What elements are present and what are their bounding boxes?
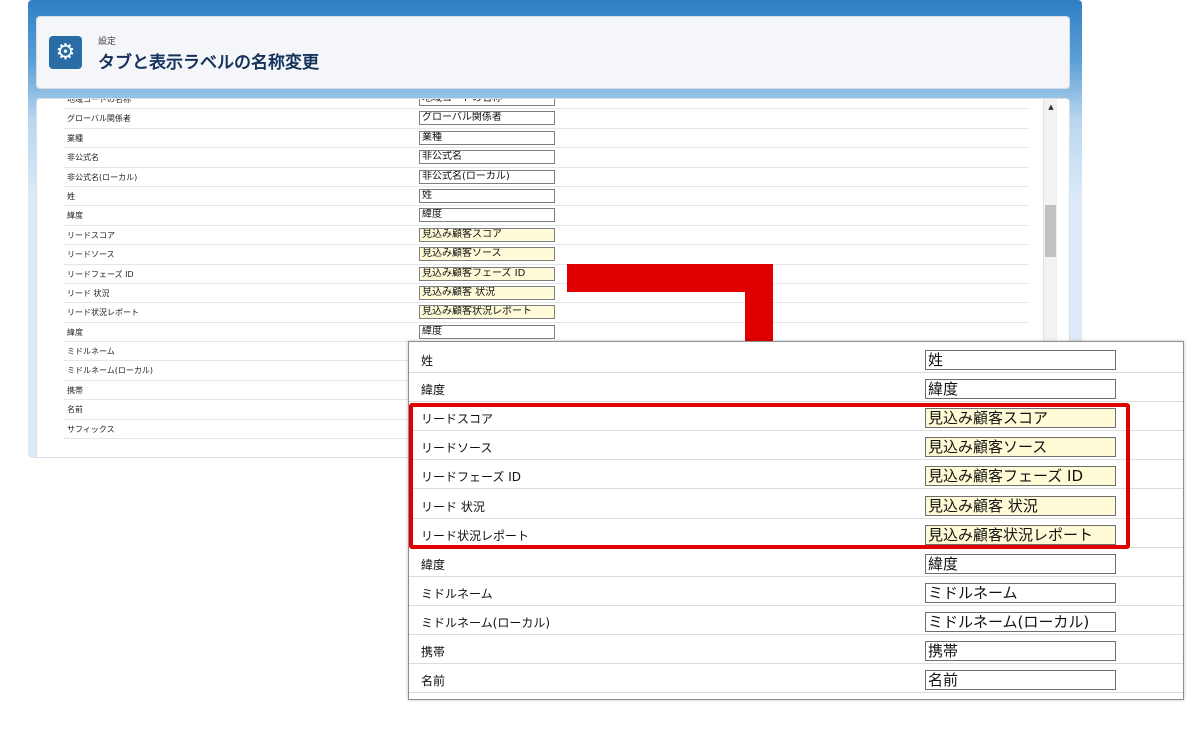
field-label: リードソース — [67, 250, 115, 260]
label-input[interactable]: 業種 — [419, 130, 555, 145]
table-row: ミドルネーム ミドルネーム — [409, 577, 1183, 606]
field-label: グローバル関係者 — [67, 114, 131, 124]
label-input[interactable]: 地域コードの名称 — [419, 99, 555, 106]
field-label: 非公式名(ローカル) — [67, 172, 138, 182]
field-label: 業種 — [67, 133, 83, 143]
field-label: ミドルネーム(ローカル) — [67, 366, 154, 376]
field-label: サフィックス — [67, 424, 115, 434]
label-input[interactable]: 携帯 — [925, 641, 1116, 661]
field-label: 姓 — [421, 354, 434, 368]
label-input[interactable]: 緯度 — [419, 208, 555, 223]
highlight-callout-box — [409, 403, 1130, 549]
gear-icon: ⚙ — [49, 36, 82, 69]
header-eyebrow: 設定 — [98, 37, 117, 47]
table-row: グローバル関係者 グローバル関係者 — [63, 109, 1029, 129]
field-label: リードフェーズ ID — [67, 269, 134, 279]
field-label: 名前 — [67, 405, 83, 415]
table-row: リード 状況 見込み顧客 状況 — [63, 284, 1029, 304]
zoomed-label-table: 姓姓緯度 緯度 リードスコア 見込み顧客スコア リードソース 見込み顧客ソース リードフェー… — [408, 341, 1184, 700]
field-label: リード 状況 — [67, 288, 110, 298]
field-label: 携帯 — [67, 385, 83, 395]
table-row: 地域コードの名称 地域コードの名称 — [63, 98, 1029, 110]
field-label: 非公式名 — [67, 153, 99, 163]
field-label: 地域コードの名称 — [67, 98, 131, 104]
label-input[interactable]: 緯度 — [419, 324, 555, 339]
field-label: 名前 — [421, 674, 446, 689]
table-row: 緯度 緯度 — [63, 323, 1029, 343]
table-row: 姓姓 — [409, 344, 1183, 373]
label-input[interactable]: 見込み顧客状況レポート — [419, 305, 555, 320]
table-row: 非公式名 非公式名 — [63, 148, 1029, 168]
scroll-thumb[interactable] — [1045, 205, 1056, 257]
table-row: 緯度 緯度 — [409, 373, 1183, 403]
table-row: 名前 名前 — [409, 664, 1183, 694]
table-row: リードスコア 見込み顧客スコア — [63, 226, 1029, 246]
field-label: ミドルネーム — [421, 586, 493, 601]
label-input[interactable]: 緯度 — [925, 553, 1116, 574]
field-label: 緯度 — [421, 383, 446, 398]
label-input[interactable]: 見込み顧客フェーズ ID — [419, 266, 555, 281]
field-label: リードスコア — [67, 230, 115, 240]
label-input[interactable]: 見込み顧客スコア — [419, 227, 555, 242]
label-input[interactable]: 非公式名 — [419, 150, 555, 165]
label-input[interactable]: ミドルネーム(ローカル) — [925, 611, 1116, 632]
table-row: 携帯 携帯 — [409, 635, 1183, 664]
table-row: 非公式名(ローカル) 非公式名(ローカル) — [63, 168, 1029, 187]
field-label: 緯度 — [421, 557, 446, 572]
label-input[interactable]: 名前 — [925, 670, 1116, 691]
scroll-up-icon[interactable]: ▲ — [1044, 103, 1058, 111]
table-row: 緯度 緯度 — [63, 206, 1029, 226]
field-label: ミドルネーム — [67, 347, 115, 357]
label-input[interactable]: 姓 — [925, 350, 1116, 370]
table-row: リード状況レポート 見込み顧客状況レポート — [63, 303, 1029, 323]
field-label: 姓 — [67, 191, 75, 201]
field-label: 携帯 — [421, 645, 446, 659]
table-row: リードフェーズ ID 見込み顧客フェーズ ID — [63, 265, 1029, 284]
table-row: リードソース 見込み顧客ソース — [63, 245, 1029, 265]
table-row: 業種 業種 — [63, 129, 1029, 149]
table-row: 姓姓 — [63, 187, 1029, 207]
label-input[interactable]: 見込み顧客 状況 — [419, 285, 555, 300]
label-input[interactable]: ミドルネーム — [925, 582, 1116, 603]
label-input[interactable]: 見込み顧客ソース — [419, 247, 555, 262]
label-input[interactable]: 緯度 — [925, 379, 1116, 400]
table-row: ミドルネーム(ローカル) ミドルネーム(ローカル) — [409, 606, 1183, 635]
label-input[interactable]: 姓 — [419, 188, 555, 203]
page-title: タブと表示ラベルの名称変更 — [98, 53, 319, 73]
page-header: ⚙ 設定 タブと表示ラベルの名称変更 — [36, 16, 1070, 89]
table-row: 緯度 緯度 — [409, 548, 1183, 577]
field-label: 緯度 — [67, 327, 83, 337]
label-input[interactable]: 非公式名(ローカル) — [419, 169, 555, 184]
label-input[interactable]: グローバル関係者 — [419, 111, 555, 126]
field-label: 緯度 — [67, 211, 83, 221]
field-label: リード状況レポート — [67, 308, 139, 318]
field-label: ミドルネーム(ローカル) — [421, 615, 551, 630]
